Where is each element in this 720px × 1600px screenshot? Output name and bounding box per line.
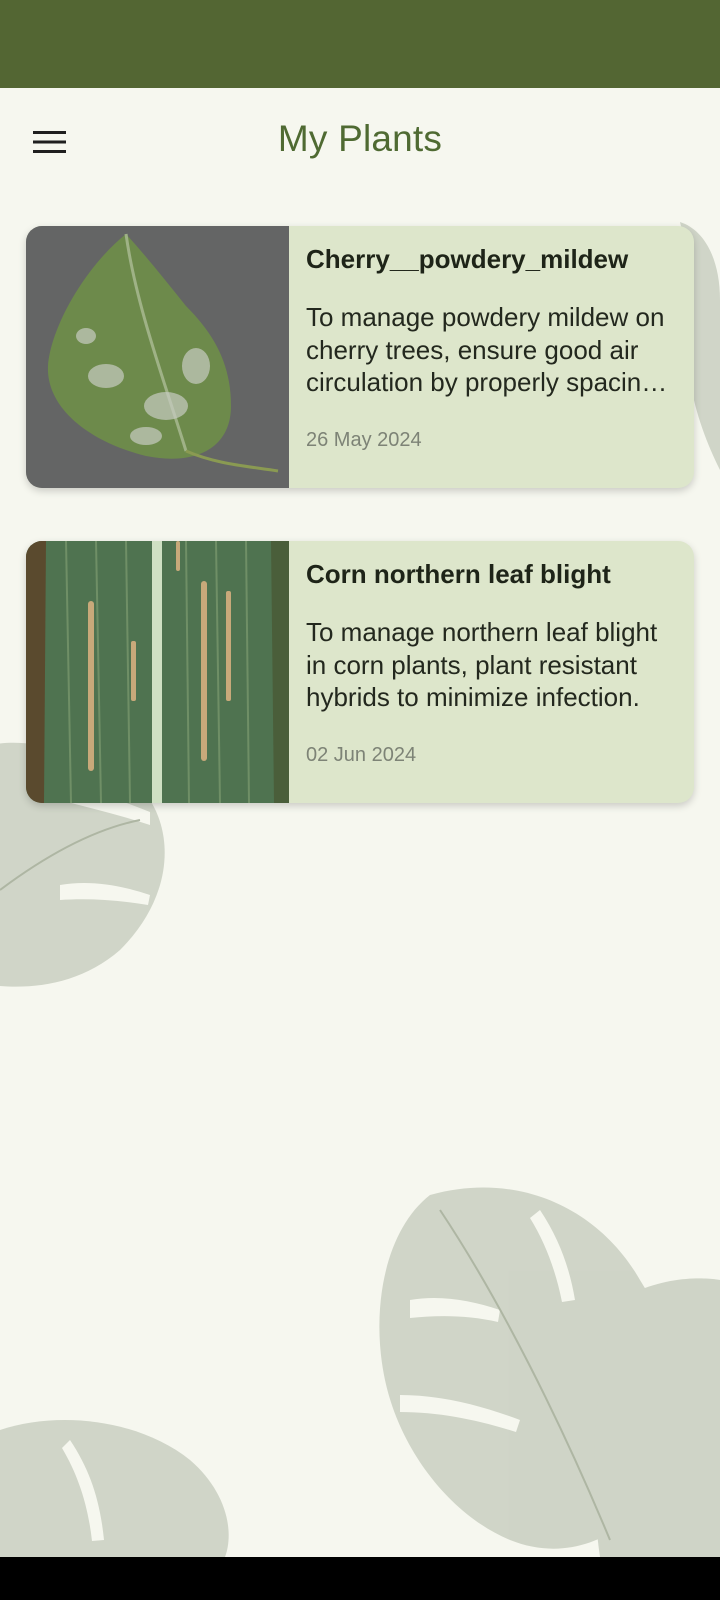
plant-date: 26 May 2024 — [306, 428, 422, 451]
plant-card[interactable]: Cherry__powdery_mildew To manage powdery… — [26, 226, 694, 488]
plant-card[interactable]: Corn northern leaf blight To manage nort… — [26, 541, 694, 803]
plant-card-body: Corn northern leaf blight To manage nort… — [306, 557, 681, 767]
plant-date: 02 Jun 2024 — [306, 743, 417, 766]
plant-name: Corn northern leaf blight — [306, 559, 611, 589]
system-navigation-bar — [0, 1557, 720, 1600]
plant-card-body: Cherry__powdery_mildew To manage powdery… — [306, 242, 681, 452]
plant-description: To manage northern leaf blight in corn p… — [306, 617, 658, 712]
plant-photo — [26, 226, 289, 488]
app-bar: My Plants — [0, 88, 720, 200]
plant-description: To manage powdery mildew on cherry trees… — [306, 302, 665, 397]
plant-name: Cherry__powdery_mildew — [306, 244, 629, 274]
page-title: My Plants — [277, 118, 443, 159]
plant-photo — [26, 541, 289, 803]
